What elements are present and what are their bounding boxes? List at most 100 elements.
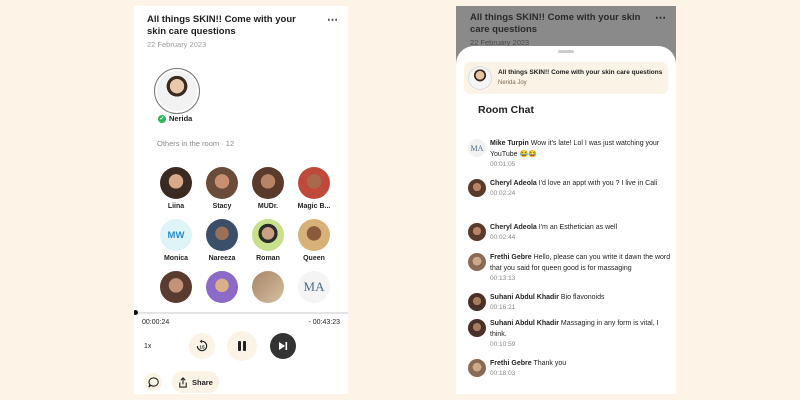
chat-message: Frethi Gebre Hello, please can you write… [466, 252, 671, 292]
chat-message: MA Mike Turpin Wow it's late! Lol I was … [466, 138, 671, 178]
host-name: Nerida [169, 114, 193, 123]
message-time: 00:02:24 [490, 190, 516, 197]
member-avatar [206, 219, 238, 251]
member-name: Nareeza [208, 255, 236, 262]
member-name: Stacy [212, 203, 232, 210]
share-icon [179, 376, 187, 388]
message-text: I'm an Esthetician as well [538, 224, 618, 231]
host-name-row: ✓ Nerida [158, 114, 192, 123]
host-thumbnail [468, 66, 492, 90]
room-summary-card: All things SKIN!! Come with your skin ca… [464, 62, 668, 94]
message-text: Bio flavonoids [560, 294, 605, 301]
member-avatar [160, 167, 192, 199]
progress-bar[interactable] [134, 310, 348, 315]
message-time: 00:18:03 [490, 370, 516, 377]
member-avatar [206, 167, 238, 199]
member-item[interactable] [153, 271, 199, 303]
message-text: I'd love an appt with you ? I live in Ca… [538, 180, 658, 187]
member-item[interactable] [199, 271, 245, 303]
message-author: Suhani Abdul Khadir [490, 320, 559, 327]
member-avatar [252, 167, 284, 199]
more-options-icon[interactable]: ⋯ [327, 13, 338, 26]
message-avatar: MA [468, 139, 486, 157]
progress-knob[interactable] [134, 310, 138, 315]
chat-message: Suhani Abdul Khadir Massaging in any for… [466, 318, 671, 358]
background-more-options-icon: ⋯ [655, 12, 666, 24]
chat-room-host: Nerida Joy [498, 80, 527, 86]
message-text: Thank you [533, 360, 567, 367]
chat-message: Suhani Abdul Khadir Bio flavonoids 00:16… [466, 292, 671, 318]
message-time: 00:02:44 [490, 234, 516, 241]
chat-message: Frethi Gebre Thank you 00:18:03 [466, 358, 671, 384]
member-initials-avatar: MA [298, 271, 330, 303]
message-avatar [468, 293, 486, 311]
members-grid: Liina Stacy MUDr. Magic B... MW Monica Na… [153, 167, 339, 303]
message-author: Cheryl Adeola [490, 224, 537, 231]
member-name: MUDr. [257, 203, 279, 210]
message-time: 00:10:59 [490, 341, 516, 348]
member-avatar [298, 219, 330, 251]
others-in-room-label: Others in the room · 12 [157, 139, 235, 148]
message-time: 00:13:13 [490, 275, 516, 282]
elapsed-time: 00:00:24 [142, 319, 170, 326]
share-button[interactable]: Share [172, 371, 219, 393]
member-item[interactable]: Roman [245, 219, 291, 262]
svg-text:15: 15 [199, 344, 205, 349]
chat-message: Cheryl Adeola I'm an Esthetician as well… [466, 222, 671, 252]
message-author: Suhani Abdul Khadir [490, 294, 559, 301]
room-title: All things SKIN!! Come with your skin ca… [147, 14, 296, 37]
member-avatar [206, 271, 238, 303]
skip-forward-icon [279, 342, 288, 350]
pause-icon [238, 341, 246, 351]
chat-message: Cheryl Adeola I'd love an appt with you … [466, 178, 671, 222]
message-author: Cheryl Adeola [490, 180, 537, 187]
pause-button[interactable] [227, 331, 257, 361]
member-name: Roman [256, 255, 280, 262]
skip-forward-button[interactable] [270, 333, 296, 359]
member-avatar [252, 219, 284, 251]
member-item[interactable]: Liina [153, 167, 199, 210]
rewind-15-button[interactable]: 15 [189, 333, 215, 359]
member-avatar [160, 271, 192, 303]
background-room-title: All things SKIN!! Come with your skin ca… [470, 12, 641, 35]
message-avatar [468, 223, 486, 241]
message-author: Frethi Gebre [490, 360, 532, 367]
member-initials-avatar: MW [160, 219, 192, 251]
chat-button[interactable] [144, 373, 162, 391]
member-item[interactable] [245, 271, 291, 303]
chat-sheet: All things SKIN!! Come with your skin ca… [456, 46, 676, 394]
host-avatar-frame[interactable] [154, 68, 200, 114]
message-avatar [468, 253, 486, 271]
rewind-icon: 15 [196, 339, 208, 352]
member-name: Liina [167, 203, 185, 210]
member-name: Queen [303, 255, 325, 262]
member-item[interactable]: Queen [291, 219, 337, 262]
member-item[interactable]: Magic B... [291, 167, 337, 210]
host-avatar [157, 71, 197, 111]
member-item[interactable]: MA [291, 271, 337, 303]
online-status-icon: ✓ [158, 114, 166, 123]
room-screen: All things SKIN!! Come with your skin ca… [134, 6, 348, 394]
member-item[interactable]: MW Monica [153, 219, 199, 262]
member-avatar [252, 271, 284, 303]
message-avatar [468, 319, 486, 337]
chat-messages: MA Mike Turpin Wow it's late! Lol I was … [466, 138, 671, 384]
member-item[interactable]: MUDr. [245, 167, 291, 210]
remaining-time: - 00:43:23 [308, 319, 340, 326]
audio-player: 00:00:24 - 00:43:23 1x 15 Share [134, 308, 348, 394]
chat-room-title: All things SKIN!! Come with your skin ca… [498, 69, 663, 76]
message-time: 00:01:05 [490, 161, 516, 168]
room-date: 22 February 2023 [147, 40, 207, 49]
member-item[interactable]: Stacy [199, 167, 245, 210]
room-chat-heading: Room Chat [478, 104, 534, 116]
playback-speed-button[interactable]: 1x [144, 343, 151, 350]
member-name: Magic B... [297, 203, 331, 210]
share-label: Share [192, 377, 213, 387]
sheet-drag-handle[interactable] [558, 50, 574, 53]
message-time: 00:16:21 [490, 304, 516, 311]
member-item[interactable]: Nareeza [199, 219, 245, 262]
message-avatar [468, 359, 486, 377]
message-author: Frethi Gebre [490, 254, 532, 261]
chat-bubble-icon [147, 376, 159, 387]
member-avatar [298, 167, 330, 199]
